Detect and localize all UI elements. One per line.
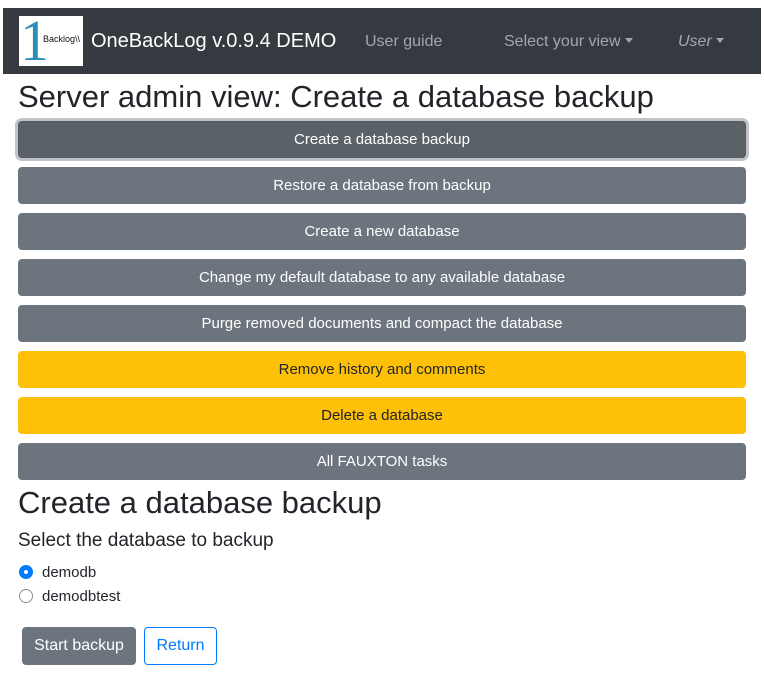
restore-backup-button[interactable]: Restore a database from backup: [18, 167, 746, 204]
chevron-down-icon: [624, 38, 633, 43]
change-default-database-button[interactable]: Change my default database to any availa…: [18, 259, 746, 296]
radio-label[interactable]: demodb: [42, 563, 96, 583]
radio-unchecked-icon[interactable]: [19, 589, 33, 603]
page-title: Server admin view: Create a database bac…: [18, 79, 654, 114]
nav-select-view-label: Select your view: [504, 33, 621, 50]
remove-history-button[interactable]: Remove history and comments: [18, 351, 746, 388]
create-backup-button[interactable]: Create a database backup: [18, 121, 746, 158]
purge-compact-button[interactable]: Purge removed documents and compact the …: [18, 305, 746, 342]
nav-user-dropdown[interactable]: User: [678, 32, 724, 52]
top-navbar: 1 Backlog\\ OneBackLog v.0.9.4 DEMO User…: [3, 8, 761, 74]
radio-label[interactable]: demodbtest: [42, 587, 120, 607]
delete-database-button[interactable]: Delete a database: [18, 397, 746, 434]
fauxton-tasks-button[interactable]: All FAUXTON tasks: [18, 443, 746, 480]
return-button[interactable]: Return: [144, 627, 217, 665]
nav-select-view-dropdown[interactable]: Select your view: [504, 32, 633, 52]
nav-user-label: User: [678, 33, 712, 50]
page: 1 Backlog\\ OneBackLog v.0.9.4 DEMO User…: [0, 0, 764, 674]
app-logo[interactable]: 1 Backlog\\: [19, 16, 83, 66]
radio-checked-icon[interactable]: [19, 565, 33, 579]
section-title: Create a database backup: [18, 485, 382, 520]
start-backup-button[interactable]: Start backup: [22, 627, 136, 665]
select-database-label: Select the database to backup: [18, 530, 274, 551]
create-new-database-button[interactable]: Create a new database: [18, 213, 746, 250]
nav-user-guide-link[interactable]: User guide: [365, 32, 442, 52]
logo-text: Backlog\\: [43, 34, 81, 44]
brand-name[interactable]: OneBackLog v.0.9.4 DEMO: [91, 29, 336, 53]
chevron-down-icon: [715, 38, 724, 43]
